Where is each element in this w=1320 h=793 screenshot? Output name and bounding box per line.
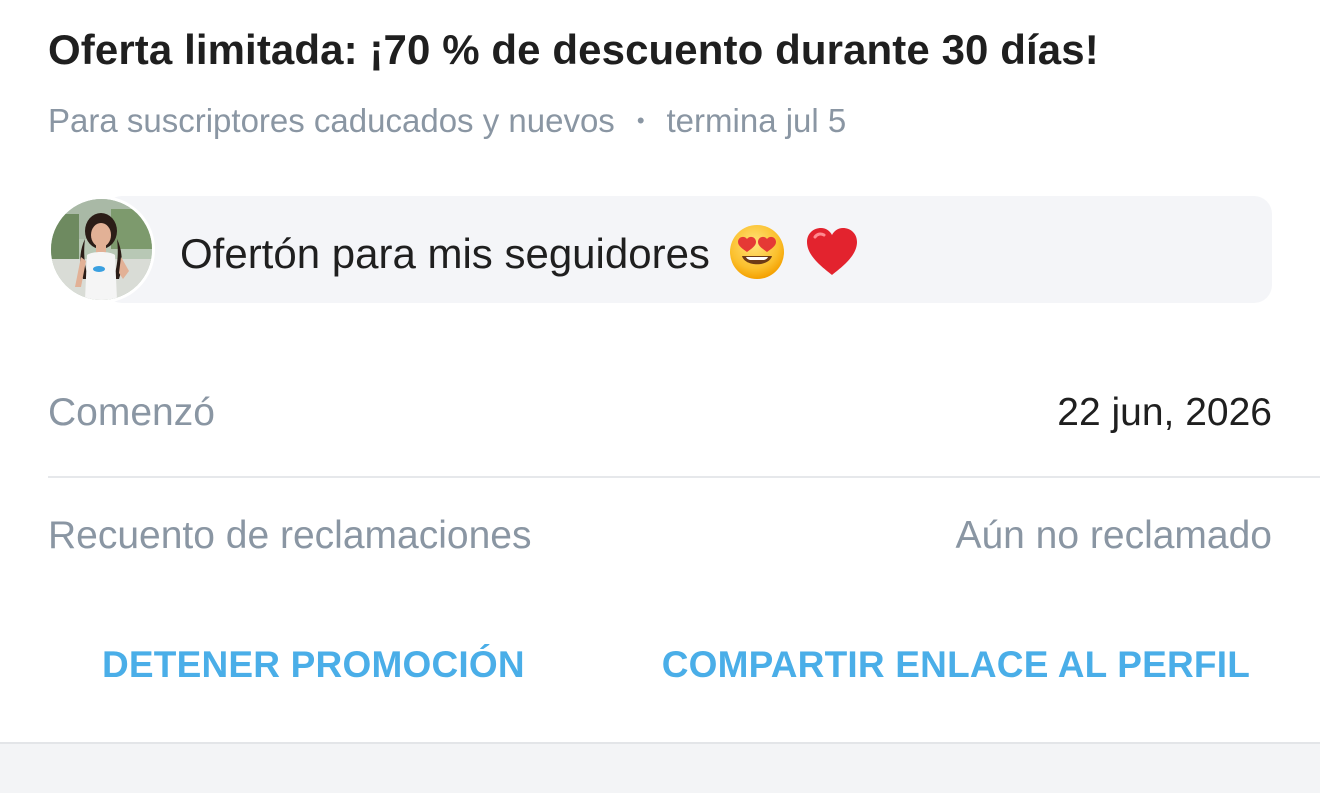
message-text-wrapper: Ofertón para mis seguidores: [180, 223, 861, 291]
heart-eyes-emoji-icon: [728, 223, 786, 291]
red-heart-emoji-icon: [803, 223, 861, 291]
offer-subtitle: Para suscriptores caducados y nuevos • t…: [48, 102, 846, 140]
started-value: 22 jun, 2026: [1057, 391, 1272, 434]
started-label: Comenzó: [48, 391, 215, 434]
message-text: Ofertón para mis seguidores: [180, 230, 710, 278]
claims-row: Recuento de reclamaciones Aún no reclama…: [48, 509, 1272, 563]
offer-end-date: termina jul 5: [666, 102, 847, 139]
offer-audience: Para suscriptores caducados y nuevos: [48, 102, 615, 139]
stop-promotion-button[interactable]: DETENER PROMOCIÓN: [102, 644, 525, 686]
promotion-message: Ofertón para mis seguidores: [48, 196, 1272, 303]
divider: [48, 476, 1320, 478]
promotion-actions: DETENER PROMOCIÓN COMPARTIR ENLACE AL PE…: [48, 644, 1272, 698]
offer-title: Oferta limitada: ¡70 % de descuento dura…: [48, 26, 1099, 73]
share-profile-link-button[interactable]: COMPARTIR ENLACE AL PERFIL: [662, 644, 1250, 686]
message-bubble: Ofertón para mis seguidores: [104, 196, 1272, 303]
creator-avatar[interactable]: [48, 196, 155, 303]
started-row: Comenzó 22 jun, 2026: [48, 386, 1272, 440]
claims-label: Recuento de reclamaciones: [48, 514, 532, 557]
promotion-card: Oferta limitada: ¡70 % de descuento dura…: [0, 0, 1320, 742]
separator-dot: •: [636, 108, 645, 133]
next-card-edge: [0, 742, 1320, 793]
claims-value: Aún no reclamado: [955, 514, 1272, 557]
